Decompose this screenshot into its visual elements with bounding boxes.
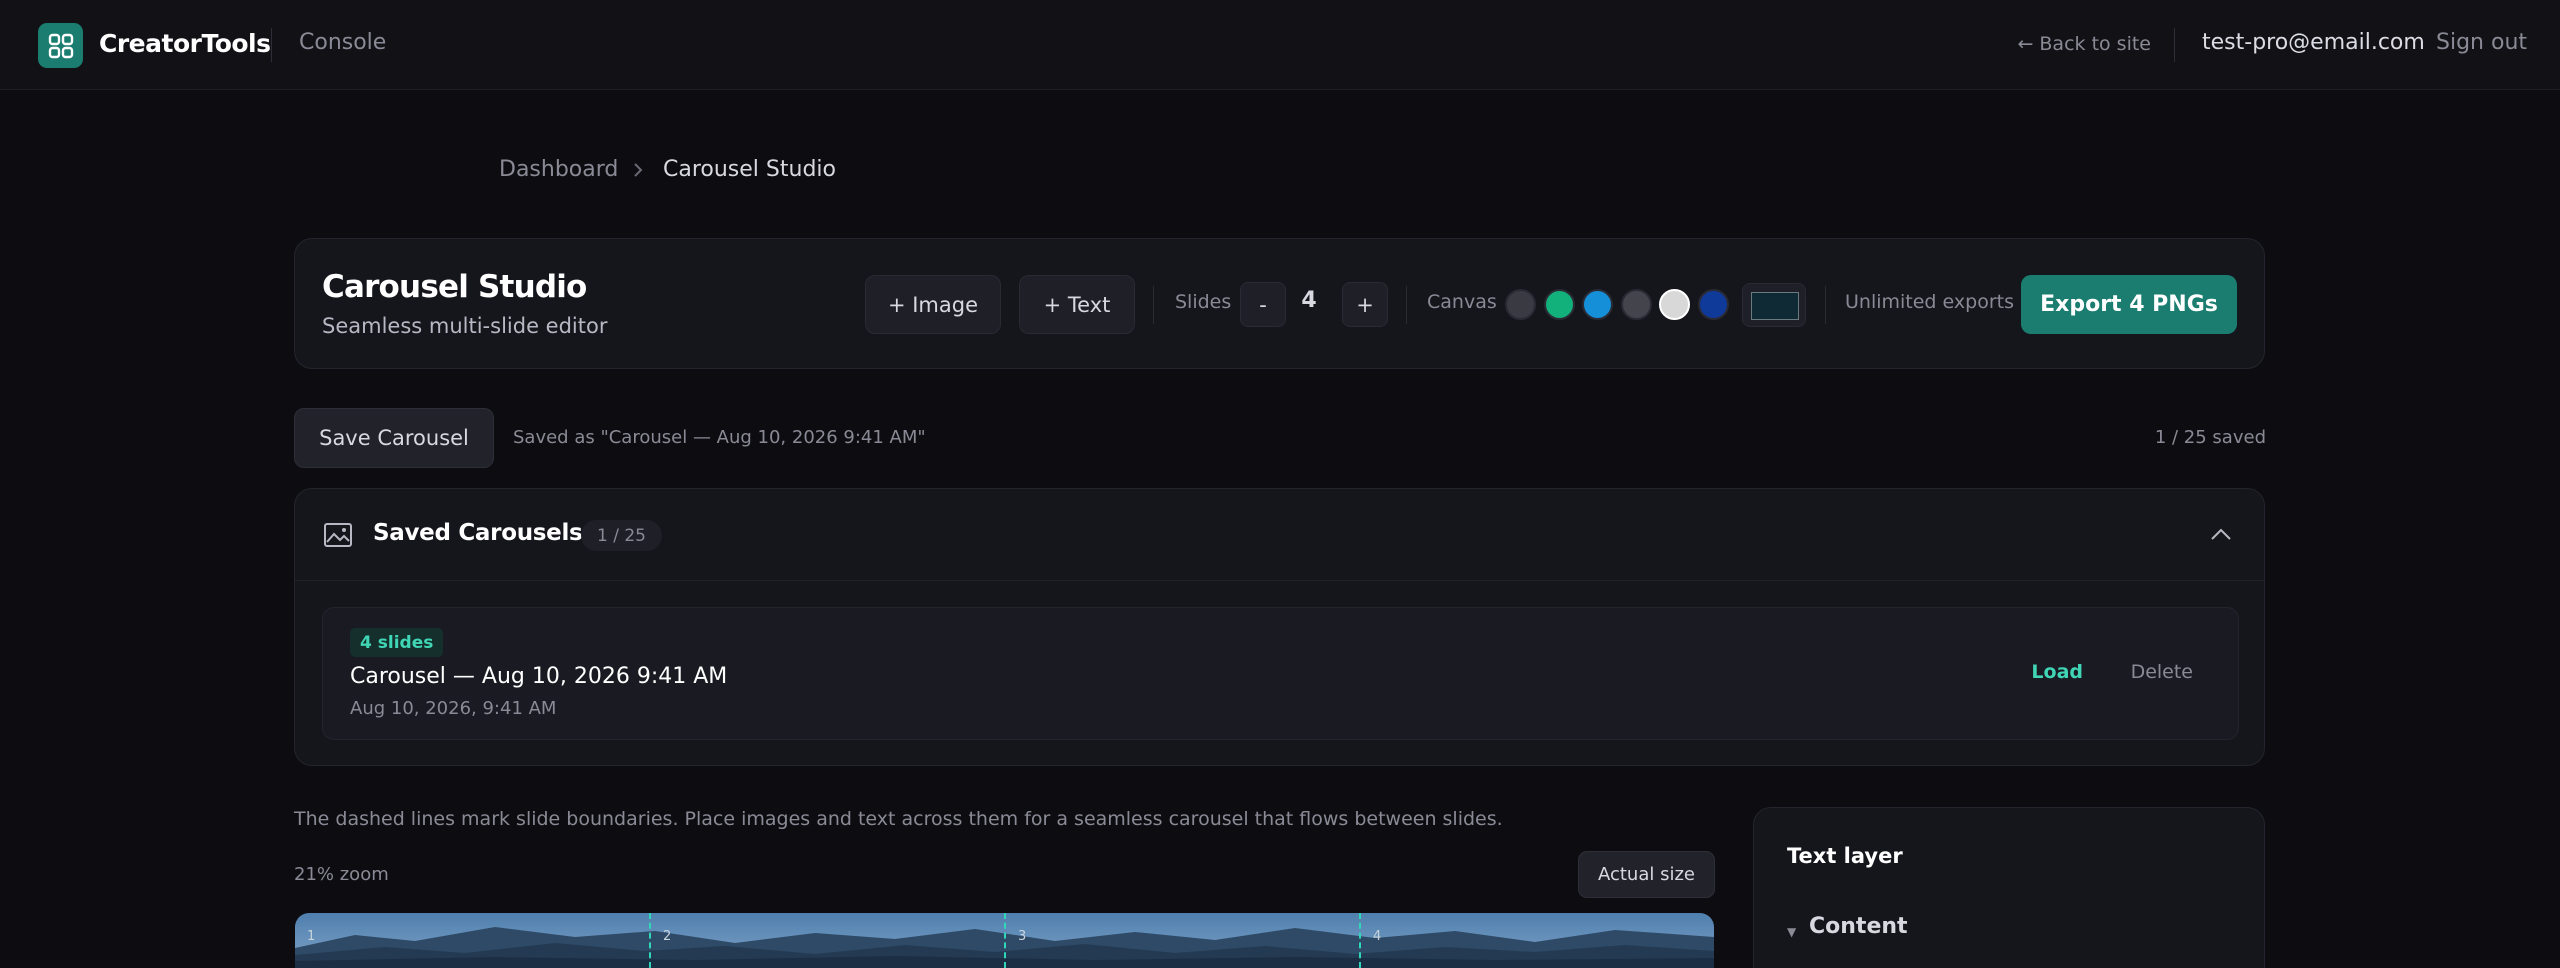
text-layer-panel: Text layer ▼ Content: [1753, 807, 2265, 968]
carousel-date: Aug 10, 2026, 9:41 AM: [350, 698, 557, 719]
top-bar: CreatorTools Console ← Back to site test…: [0, 0, 2560, 90]
carousel-name: Carousel — Aug 10, 2026 9:41 AM: [350, 664, 728, 689]
slide-number: 3: [1018, 929, 1027, 944]
brand-name[interactable]: CreatorTools: [99, 29, 271, 58]
increase-slides-button[interactable]: +: [1342, 282, 1388, 327]
saved-carousels-header[interactable]: Saved Carousels 1 / 25: [295, 489, 2264, 581]
canvas-color-picker[interactable]: [1742, 283, 1806, 327]
canvas-color-preview: [1751, 292, 1799, 320]
page-title: Carousel Studio: [322, 269, 587, 305]
chevron-right-icon: [634, 163, 643, 177]
exports-status: Unlimited exports: [1845, 291, 2014, 313]
list-item: 4 slides Carousel — Aug 10, 2026 9:41 AM…: [322, 607, 2239, 740]
actual-size-button[interactable]: Actual size: [1578, 851, 1715, 898]
color-swatch[interactable]: [1698, 289, 1729, 320]
saved-count-badge: 1 / 25: [581, 520, 662, 551]
color-swatch-selected[interactable]: [1659, 289, 1690, 320]
divider: [2174, 28, 2175, 62]
canvas-label: Canvas: [1427, 291, 1497, 313]
breadcrumb-current: Carousel Studio: [663, 157, 836, 182]
slides-count: 4: [1301, 288, 1317, 313]
text-layer-title: Text layer: [1787, 844, 1903, 868]
save-status: Saved as "Carousel — Aug 10, 2026 9:41 A…: [513, 427, 926, 448]
caret-down-icon: ▼: [1787, 925, 1797, 939]
add-image-button[interactable]: + Image: [865, 275, 1001, 334]
add-text-button[interactable]: + Text: [1019, 275, 1135, 334]
back-to-site-link[interactable]: ← Back to site: [2017, 33, 2151, 55]
export-button[interactable]: Export 4 PNGs: [2021, 275, 2237, 334]
content-section-toggle[interactable]: Content: [1809, 914, 1908, 939]
sign-out-button[interactable]: Sign out: [2436, 30, 2527, 55]
slide-number: 2: [663, 929, 672, 944]
divider: [1153, 286, 1154, 324]
page-subtitle: Seamless multi-slide editor: [322, 314, 608, 338]
slides-label: Slides: [1175, 291, 1232, 313]
save-carousel-button[interactable]: Save Carousel: [294, 408, 494, 468]
color-swatch[interactable]: [1621, 289, 1652, 320]
studio-toolbar: Carousel Studio Seamless multi-slide edi…: [294, 238, 2265, 369]
slide-boundary: [1359, 913, 1361, 968]
carousel-canvas[interactable]: 1 2 3 4: [295, 913, 1714, 968]
user-email: test-pro@email.com: [2202, 30, 2425, 55]
divider: [1406, 286, 1407, 324]
delete-button[interactable]: Delete: [2131, 661, 2193, 683]
grid-icon: [48, 33, 73, 58]
slide-boundary: [1004, 913, 1006, 968]
slide-number: 1: [307, 929, 316, 944]
divider: [271, 28, 272, 62]
image-icon: [324, 523, 352, 547]
saved-carousels-panel: Saved Carousels 1 / 25 4 slides Carousel…: [294, 488, 2265, 766]
load-button[interactable]: Load: [2031, 661, 2083, 683]
saved-count: 1 / 25 saved: [2154, 427, 2266, 448]
color-swatch[interactable]: [1582, 289, 1613, 320]
saved-carousels-title: Saved Carousels: [373, 520, 583, 546]
slide-number: 4: [1373, 929, 1382, 944]
zoom-level: 21% zoom: [294, 864, 389, 885]
boundary-hint: The dashed lines mark slide boundaries. …: [294, 808, 1503, 830]
color-swatch[interactable]: [1505, 289, 1536, 320]
section-label: Console: [299, 30, 387, 55]
divider: [1825, 286, 1826, 324]
color-swatch[interactable]: [1544, 289, 1575, 320]
slides-badge: 4 slides: [350, 628, 444, 657]
breadcrumb-dashboard[interactable]: Dashboard: [499, 157, 618, 182]
chevron-up-icon[interactable]: [2208, 523, 2234, 547]
decrease-slides-button[interactable]: -: [1240, 282, 1286, 327]
logo[interactable]: [38, 23, 83, 68]
slide-boundary: [649, 913, 651, 968]
